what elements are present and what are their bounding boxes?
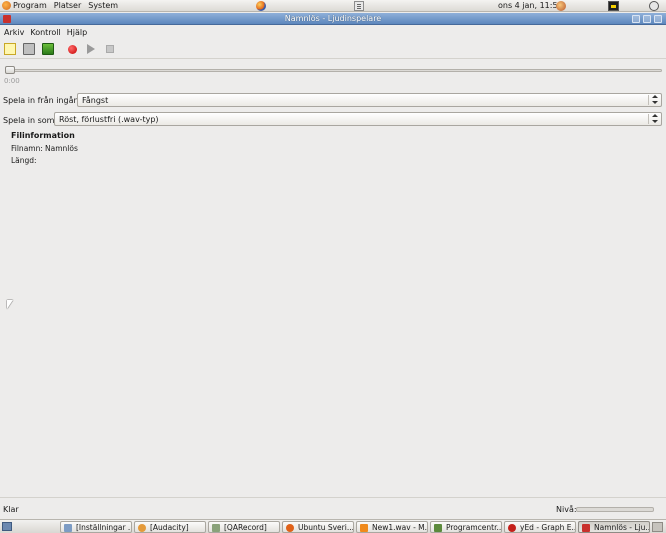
position-slider-handle[interactable] xyxy=(5,66,15,74)
task-label: yEd - Graph E... xyxy=(520,523,576,532)
yed-icon xyxy=(508,524,516,532)
taskbar: [Inställningar ... [Audacity] [QARecord]… xyxy=(0,519,666,533)
top-panel: Program Platser System ons 4 jan, 11:50 xyxy=(0,0,666,12)
menu-arkiv[interactable]: Arkiv xyxy=(4,28,24,37)
task-yed[interactable]: yEd - Graph E... xyxy=(504,521,576,533)
save-icon[interactable] xyxy=(42,43,54,55)
firefox-icon xyxy=(286,524,294,532)
show-desktop-icon[interactable] xyxy=(2,522,12,531)
minimize-button[interactable] xyxy=(632,15,640,23)
firefox-icon[interactable] xyxy=(256,1,266,11)
qarecord-icon xyxy=(212,524,220,532)
toolbar xyxy=(0,39,666,59)
stop-icon[interactable] xyxy=(106,45,114,53)
workspace-switcher[interactable] xyxy=(652,522,663,532)
gnome-foot-icon xyxy=(2,1,11,10)
power-icon[interactable] xyxy=(649,1,659,11)
audacity-icon xyxy=(138,524,146,532)
maximize-button[interactable] xyxy=(643,15,651,23)
position-slider[interactable] xyxy=(6,69,662,72)
file-name-label: Filnamn: xyxy=(11,144,43,153)
panel-menu-system[interactable]: System xyxy=(88,1,118,10)
mouse-cursor-icon xyxy=(7,300,13,309)
window-title: Namnlös - Ljudinspelare xyxy=(284,14,382,23)
close-button[interactable] xyxy=(654,15,662,23)
panel-menus: Program Platser System xyxy=(0,1,123,10)
format-select-value: Röst, förlustfri (.wav-typ) xyxy=(59,115,159,124)
chevron-updown-icon xyxy=(652,114,658,124)
file-info-heading: Filinformation xyxy=(11,131,75,140)
open-icon[interactable] xyxy=(23,43,35,55)
status-text: Klar xyxy=(3,505,19,514)
menu-hjalp[interactable]: Hjälp xyxy=(67,28,87,37)
task-programcentral[interactable]: Programcentr... xyxy=(430,521,502,533)
panel-clock[interactable]: ons 4 jan, 11:50 xyxy=(498,1,563,10)
combo-separator xyxy=(648,114,649,124)
task-label: Ubuntu Sveri... xyxy=(298,523,354,532)
settings-window-icon xyxy=(64,524,72,532)
task-qarecord[interactable]: [QARecord] xyxy=(208,521,280,533)
file-name-value: Namnlös xyxy=(45,144,78,153)
chevron-updown-icon xyxy=(652,95,658,105)
time-display: 0:00 xyxy=(4,77,20,85)
menubar: Arkiv Kontroll Hjälp xyxy=(0,26,666,38)
task-ljudinspelare[interactable]: Namnlös - Lju... xyxy=(578,521,650,533)
task-label: Namnlös - Lju... xyxy=(594,523,650,532)
input-select-value: Fångst xyxy=(82,96,109,105)
format-select[interactable]: Röst, förlustfri (.wav-typ) xyxy=(54,112,662,126)
mail-icon[interactable] xyxy=(608,1,619,11)
task-audacity[interactable]: [Audacity] xyxy=(134,521,206,533)
task-label: Programcentr... xyxy=(446,523,502,532)
format-label: Spela in som: xyxy=(3,116,58,125)
task-ubuntu-sverige[interactable]: Ubuntu Sveri... xyxy=(282,521,354,533)
statusbar: Klar Nivå: xyxy=(0,497,666,519)
combo-separator xyxy=(648,95,649,105)
task-label: New1.wav - M... xyxy=(372,523,428,532)
panel-menu-program[interactable]: Program xyxy=(13,1,47,10)
menu-kontroll[interactable]: Kontroll xyxy=(30,28,60,37)
file-length-label: Längd: xyxy=(11,156,37,165)
task-label: [Inställningar ... xyxy=(76,523,132,532)
task-label: [Audacity] xyxy=(150,523,189,532)
user-icon[interactable] xyxy=(556,1,566,11)
panel-menu-platser[interactable]: Platser xyxy=(54,1,81,10)
new-icon[interactable] xyxy=(4,43,16,55)
input-select[interactable]: Fångst xyxy=(77,93,662,107)
record-icon[interactable] xyxy=(68,45,77,54)
notes-icon[interactable] xyxy=(354,1,364,11)
task-label: [QARecord] xyxy=(224,523,267,532)
level-label: Nivå: xyxy=(556,505,577,514)
task-new1-wav[interactable]: New1.wav - M... xyxy=(356,521,428,533)
task-installningar[interactable]: [Inställningar ... xyxy=(60,521,132,533)
software-center-icon xyxy=(434,524,442,532)
sound-recorder-icon xyxy=(582,524,590,532)
vlc-icon xyxy=(360,524,368,532)
input-label: Spela in från ingång: xyxy=(3,96,87,105)
play-icon[interactable] xyxy=(87,44,95,54)
level-meter xyxy=(576,507,654,512)
window-titlebar[interactable]: Namnlös - Ljudinspelare xyxy=(0,13,666,25)
